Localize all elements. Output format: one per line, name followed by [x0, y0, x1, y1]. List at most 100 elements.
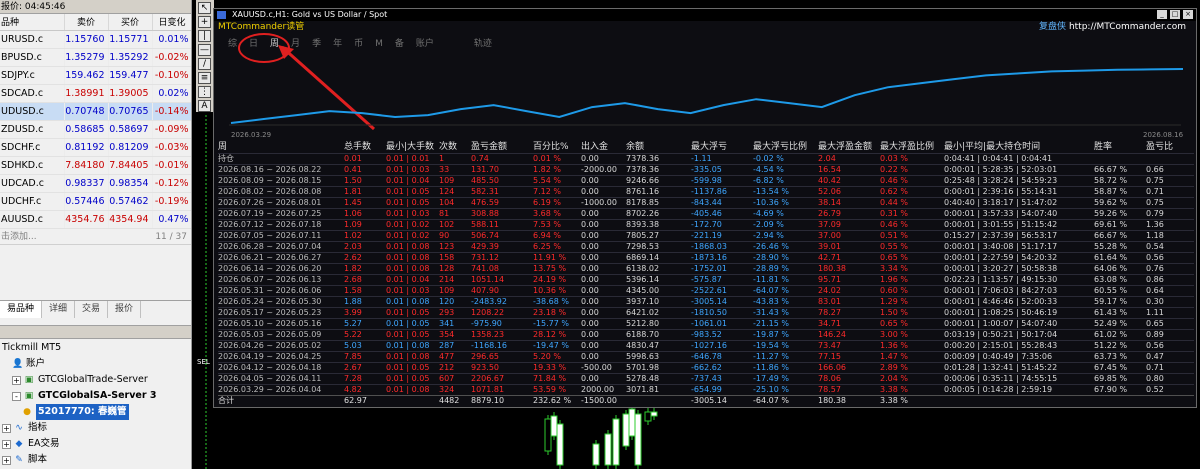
report-col-header[interactable]: 百分比%	[533, 142, 581, 154]
expand-icon[interactable]: +	[12, 375, 21, 385]
table-row[interactable]: 持仓 0.01 0.01 | 0.01 1 0.74 0.01 % 0.00 7378.36 -…	[218, 153, 1194, 165]
report-col-header[interactable]: 最小|大手数	[386, 142, 439, 154]
report-col-header[interactable]: 次数	[439, 142, 471, 154]
total-row[interactable]: 合计 62.97 4482 8879.10 232.62 % -1500.00 -3005.…	[218, 395, 1194, 406]
col-symbol[interactable]: 品种	[0, 14, 65, 31]
report-col-header[interactable]: 总手数	[344, 142, 386, 154]
table-row[interactable]: 2026.06.28 ~ 2026.07.04 2.03 0.01 | 0.08 12…	[218, 241, 1194, 253]
close-icon[interactable]: ×	[1183, 10, 1193, 19]
cell-maxfp: 37.00	[818, 231, 841, 240]
cell-count: 128	[439, 264, 455, 273]
navigator-item[interactable]: Tickmill MT5	[0, 340, 191, 356]
expand-icon[interactable]: +	[2, 423, 11, 433]
site-url[interactable]: http://MTCommander.com	[1069, 22, 1186, 32]
report-col-header[interactable]: 胜率	[1094, 142, 1146, 154]
cell-win	[1094, 154, 1146, 165]
expand-icon[interactable]: +	[2, 439, 11, 449]
table-row[interactable]: 2026.04.19 ~ 2026.04.25 7.85 0.01 | 0.08 47…	[218, 351, 1194, 363]
navigator-item[interactable]: + ◆ EA交易	[0, 436, 191, 452]
cursor-tool-icon[interactable]: ↖	[198, 2, 211, 14]
navigator-item[interactable]: + ✎ 脚本	[0, 452, 191, 468]
site-link[interactable]: 复盘侠 http://MTCommander.com	[1039, 21, 1186, 33]
table-row[interactable]: 2026.04.26 ~ 2026.05.02 5.03 0.01 | 0.08 28…	[218, 340, 1194, 352]
symbol-row[interactable]: SDJPY.c 159.462 159.477 -0.10%	[0, 66, 191, 85]
cell-lots: 1.81	[344, 187, 362, 196]
table-row[interactable]: 2026.06.07 ~ 2026.06.13 2.68 0.01 | 0.04 21…	[218, 274, 1194, 286]
symbol-row[interactable]: ZDUSD.c 0.58685 0.58697 -0.09%	[0, 120, 191, 139]
table-row[interactable]: 2026.05.17 ~ 2026.05.23 3.99 0.01 | 0.05 29…	[218, 307, 1194, 319]
text-tool-icon[interactable]: A	[198, 100, 211, 112]
table-row[interactable]: 2026.08.16 ~ 2026.08.22 0.41 0.01 | 0.03 33…	[218, 164, 1194, 176]
navigator-item[interactable]: - ▣ GTCGlobalSA-Server 3	[0, 388, 191, 404]
cell-maxdd: -172.70	[691, 220, 722, 229]
symbol-row[interactable]: AUUSD.c 4354.76 4354.94 0.47%	[0, 210, 191, 229]
tab-ticks[interactable]: 报价	[108, 301, 142, 318]
table-row[interactable]: 2026.05.31 ~ 2026.06.06 1.58 0.01 | 0.03 10…	[218, 285, 1194, 297]
trendline-icon[interactable]: /	[198, 58, 211, 70]
report-col-header[interactable]: 最大浮亏	[691, 142, 753, 154]
report-col-header[interactable]: 余额	[626, 142, 691, 154]
report-col-header[interactable]: 最小|平均|最大持仓时间	[944, 142, 1094, 154]
cell-fppct: 0.31 %	[880, 209, 908, 218]
table-row[interactable]: 2026.05.10 ~ 2026.05.16 5.27 0.01 | 0.05 34…	[218, 318, 1194, 330]
report-col-header[interactable]: 出入金	[581, 142, 626, 154]
symbol-row[interactable]: SDCAD.c 1.38991 1.39005 0.02%	[0, 84, 191, 103]
tab-details[interactable]: 详细	[42, 301, 76, 318]
expand-icon[interactable]: +	[2, 455, 11, 465]
navigator-item[interactable]: + ∿ 指标	[0, 420, 191, 436]
symbol-row[interactable]: UDUSD.c 0.70748 0.70765 -0.14%	[0, 102, 191, 121]
fibonacci-icon[interactable]: ⋮	[198, 86, 211, 98]
vertical-line-icon[interactable]: |	[198, 30, 211, 42]
table-row[interactable]: 2026.06.14 ~ 2026.06.20 1.82 0.01 | 0.08 12…	[218, 263, 1194, 275]
symbol-row[interactable]: BPUSD.c 1.35279 1.35292 -0.02%	[0, 48, 191, 67]
minimize-icon[interactable]: _	[1157, 10, 1167, 19]
add-symbol-link[interactable]: 击添加...	[1, 229, 37, 244]
symbol-row[interactable]: SDHKD.c 7.84180 7.84405 -0.01%	[0, 156, 191, 175]
col-bid[interactable]: 卖价	[64, 14, 109, 31]
symbol-row[interactable]: UDCHF.c 0.57446 0.57462 -0.19%	[0, 192, 191, 211]
horizontal-line-icon[interactable]: —	[198, 44, 211, 56]
table-row[interactable]: 2026.07.26 ~ 2026.08.01 1.45 0.01 | 0.05 10…	[218, 197, 1194, 209]
report-col-header[interactable]: 周	[218, 142, 344, 154]
report-col-header[interactable]: 盈亏比	[1146, 142, 1194, 154]
maximize-icon[interactable]: □	[1170, 10, 1180, 19]
report-col-header[interactable]: 最大浮亏比例	[753, 142, 818, 154]
symbol-row[interactable]: UDCAD.c 0.98337 0.98354 -0.12%	[0, 174, 191, 193]
symbol-row[interactable]: SDCHF.c 0.81192 0.81209 -0.03%	[0, 138, 191, 157]
cell-maxdd: -1.11	[691, 154, 712, 163]
tab-trading[interactable]: 交易	[75, 301, 109, 318]
symbol-row[interactable]: URUSD.c 1.15760 1.15771 0.01%	[0, 30, 191, 49]
table-row[interactable]: 2026.03.29 ~ 2026.04.04 4.82 0.01 | 0.08 32…	[218, 384, 1194, 396]
cell-maxfp: 77.15	[818, 352, 841, 361]
cell-count: 123	[439, 242, 455, 251]
tab-trajectory[interactable]: 轨迹	[474, 38, 492, 50]
navigator-item[interactable]: ● 52017770: 春巍管	[0, 404, 191, 420]
table-row[interactable]: 2026.05.03 ~ 2026.05.09 5.22 0.01 | 0.05 35…	[218, 329, 1194, 341]
report-col-header[interactable]: 最大浮盈比例	[880, 142, 944, 154]
table-row[interactable]: 2026.04.12 ~ 2026.04.18 2.67 0.01 | 0.05 21…	[218, 362, 1194, 374]
cell-fppct: 0.60 %	[880, 286, 908, 295]
table-row[interactable]: 2026.05.24 ~ 2026.05.30 1.88 0.01 | 0.08 12…	[218, 296, 1194, 308]
channel-icon[interactable]: ≡	[198, 72, 211, 84]
report-col-header[interactable]: 盈亏金额	[471, 142, 533, 154]
collapse-icon[interactable]: -	[12, 391, 21, 401]
crosshair-tool-icon[interactable]: +	[198, 16, 211, 28]
table-row[interactable]: 2026.06.21 ~ 2026.06.27 2.62 0.01 | 0.08 15…	[218, 252, 1194, 264]
table-row[interactable]: 2026.04.05 ~ 2026.04.11 7.28 0.01 | 0.05 60…	[218, 373, 1194, 385]
cell-period: 2026.05.03 ~ 2026.05.09	[218, 330, 322, 339]
tab-symbols[interactable]: 易品种	[0, 301, 43, 318]
candle-body	[604, 433, 612, 466]
table-row[interactable]: 2026.08.09 ~ 2026.08.15 1.50 0.01 | 0.04 10…	[218, 175, 1194, 187]
table-row[interactable]: 2026.07.05 ~ 2026.07.11 1.02 0.01 | 0.02 90…	[218, 230, 1194, 242]
col-change[interactable]: 日变化	[152, 14, 191, 31]
table-row[interactable]: 2026.07.12 ~ 2026.07.18 1.09 0.01 | 0.02 10…	[218, 219, 1194, 231]
navigator-item[interactable]: 👤 账户	[0, 356, 191, 372]
navigator-item[interactable]: + ▣ GTCGlobalTrade-Server	[0, 372, 191, 388]
col-ask[interactable]: 买价	[108, 14, 153, 31]
tab-account[interactable]: 账户	[416, 38, 434, 50]
table-row[interactable]: 2026.08.02 ~ 2026.08.08 1.81 0.01 | 0.05 12…	[218, 186, 1194, 198]
table-row[interactable]: 2026.07.19 ~ 2026.07.25 1.06 0.01 | 0.03 81…	[218, 208, 1194, 220]
tab-overview[interactable]: 综	[228, 38, 237, 50]
tab-note[interactable]: 备	[395, 38, 404, 50]
report-col-header[interactable]: 最大浮盈金额	[818, 142, 880, 154]
